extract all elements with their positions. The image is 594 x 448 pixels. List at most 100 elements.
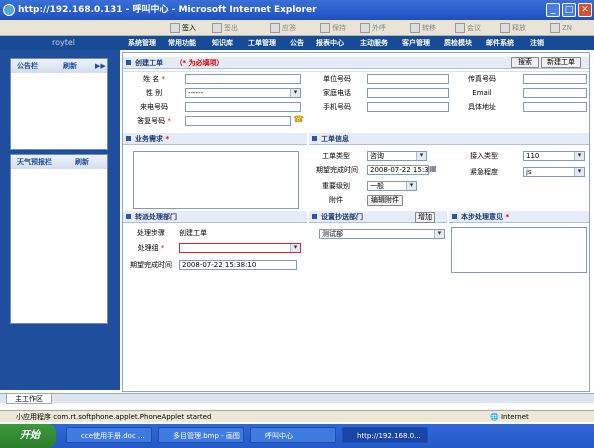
toolbar-outbound[interactable]: 外呼 — [360, 22, 386, 34]
main-workarea: 创建工单 （* 为必填项） 搜索 新建工单 姓 名 * 性 别 ------ 来… — [122, 52, 590, 392]
workinfo-section-header: 工单信息 — [309, 133, 589, 145]
email-label: Email — [472, 89, 492, 97]
group-select[interactable] — [179, 243, 301, 253]
app-logo: roytel — [52, 38, 76, 47]
receive-select[interactable]: 110 — [523, 151, 585, 161]
weather-title: 天气预报栏 — [17, 158, 52, 166]
nav-mail[interactable]: 邮件系统 — [486, 38, 514, 48]
conference-icon — [455, 23, 465, 33]
toolbar-answer[interactable]: 应答 — [270, 22, 296, 34]
task-paint[interactable]: 多目管理.bmp - 画图 — [158, 427, 244, 443]
close-button[interactable]: ✕ — [578, 3, 592, 17]
phone-toolbar: 签入 签出 应答 保持 外呼 转移 会议 释放 ZN — [0, 20, 594, 36]
edit-attach-button[interactable]: 编辑附件 — [367, 195, 403, 206]
transfer-section-header: 转派处理部门 — [123, 211, 307, 223]
nav-report[interactable]: 报表中心 — [316, 38, 344, 48]
task-ie[interactable]: http://192.168.0... — [342, 427, 428, 443]
importance-select[interactable]: 一般 — [367, 181, 417, 191]
toolbar-conference[interactable]: 会议 — [455, 22, 481, 34]
email-input[interactable] — [523, 88, 587, 98]
phonebook-icon[interactable]: ☎ — [293, 115, 304, 125]
internet-zone: 🌐 Internet — [490, 413, 529, 421]
fax-input[interactable] — [523, 74, 587, 84]
bottom-tab-bar: 主工作区 — [0, 393, 594, 404]
home-label: 家庭电话 — [323, 89, 351, 97]
add-copy-button[interactable]: 增加 — [415, 212, 435, 223]
transfer-title: 转派处理部门 — [135, 213, 177, 221]
business-section-header: 业务需求 * — [123, 133, 307, 145]
search-button[interactable]: 搜索 — [511, 57, 539, 68]
toolbar-release[interactable]: 释放 — [500, 22, 526, 34]
urgency-select[interactable]: js — [523, 167, 585, 177]
answer-icon — [270, 23, 280, 33]
maximize-button[interactable]: □ — [562, 3, 576, 17]
start-button[interactable]: 开始 — [0, 424, 56, 448]
zn-icon — [550, 23, 560, 33]
nav-common[interactable]: 常用功能 — [168, 38, 196, 48]
toolbar-signout[interactable]: 签出 — [212, 22, 238, 34]
mobile-label: 手机号码 — [323, 103, 351, 111]
type-label: 工单类型 — [322, 152, 350, 160]
toolbar-zn[interactable]: ZN — [550, 22, 572, 34]
notice-refresh-link[interactable]: 刷新 — [63, 59, 77, 73]
caller-input[interactable] — [185, 102, 301, 112]
nav-workorder[interactable]: 工单管理 — [248, 38, 276, 48]
nav-customer[interactable]: 客户管理 — [402, 38, 430, 48]
toolbar-signin[interactable]: 签入 — [170, 22, 196, 34]
hold-icon — [320, 23, 330, 33]
nav-notice[interactable]: 公告 — [290, 38, 304, 48]
task-callcenter[interactable]: 呼叫中心 — [250, 427, 336, 443]
nav-active-service[interactable]: 主动服务 — [360, 38, 388, 48]
toolbar-transfer[interactable]: 转移 — [410, 22, 436, 34]
nav-quality[interactable]: 质检模块 — [444, 38, 472, 48]
step-label: 处理步骤 — [137, 229, 165, 237]
address-input[interactable] — [523, 102, 587, 112]
opinion-title: 本步处理意见 — [461, 213, 503, 221]
urgency-label: 紧急程度 — [470, 168, 498, 176]
business-textarea[interactable] — [133, 151, 299, 209]
toolbar-hold[interactable]: 保持 — [320, 22, 346, 34]
group-label: 处理组 * — [137, 244, 165, 252]
calendar-icon[interactable]: ▦ — [429, 164, 437, 173]
importance-label: 重要级别 — [322, 182, 350, 190]
minimize-button[interactable]: _ — [546, 3, 560, 17]
type-select[interactable]: 咨询 — [367, 151, 427, 161]
mobile-input[interactable] — [367, 102, 449, 112]
weather-refresh-link[interactable]: 刷新 — [75, 155, 89, 169]
name-input[interactable] — [185, 74, 301, 84]
nav-system[interactable]: 系统管理 — [128, 38, 156, 48]
opinion-textarea[interactable] — [451, 227, 587, 273]
task-doc[interactable]: cce使用手册.doc ... — [66, 427, 152, 443]
opinion-section-header: 本步处理意见 * — [449, 211, 589, 223]
gender-select[interactable]: ------ — [185, 88, 301, 98]
weather-panel: 天气预报栏 刷新 — [10, 154, 108, 324]
address-label: 具体地址 — [468, 103, 496, 111]
company-input[interactable] — [367, 74, 449, 84]
notice-panel: 公告栏 刷新 ▶▶ — [10, 58, 108, 150]
nav-logout[interactable]: 注销 — [530, 38, 544, 48]
transfer-expect-label: 期望完成时间 — [130, 261, 172, 269]
copy-title: 设置抄送部门 — [321, 213, 363, 221]
reply-input[interactable] — [185, 116, 291, 126]
copy-dept-select[interactable]: 测试部 — [319, 229, 445, 239]
create-title: 创建工单 — [135, 59, 163, 67]
tab-main-workarea[interactable]: 主工作区 — [6, 394, 52, 404]
business-title: 业务需求 — [135, 135, 163, 143]
ie-icon — [3, 4, 15, 16]
expect-input[interactable]: 2008-07-22 15:38:1 — [367, 165, 429, 175]
signin-icon — [170, 23, 180, 33]
reply-label: 答复号码 * — [137, 117, 171, 125]
window-title: http://192.168.0.131 - 呼叫中心 - Microsoft … — [18, 5, 317, 15]
status-text: 小应用程序 com.rt.softphone.applet.PhoneApple… — [16, 413, 212, 421]
required-note: （* 为必填项） — [175, 59, 224, 67]
nav-knowledge[interactable]: 知识库 — [212, 38, 233, 48]
company-label: 单位号码 — [323, 75, 351, 83]
left-sidebar: 公告栏 刷新 ▶▶ 天气预报栏 刷新 — [0, 50, 120, 390]
transfer-expect-input[interactable]: 2008-07-22 15:38:10 — [179, 260, 297, 270]
caller-label: 来电号码 — [140, 103, 168, 111]
transfer-icon — [410, 23, 420, 33]
attach-label: 附件 — [329, 196, 343, 204]
home-input[interactable] — [367, 88, 449, 98]
collapse-arrow-icon[interactable]: ▶▶ — [95, 59, 106, 73]
new-workorder-button[interactable]: 新建工单 — [541, 57, 581, 68]
